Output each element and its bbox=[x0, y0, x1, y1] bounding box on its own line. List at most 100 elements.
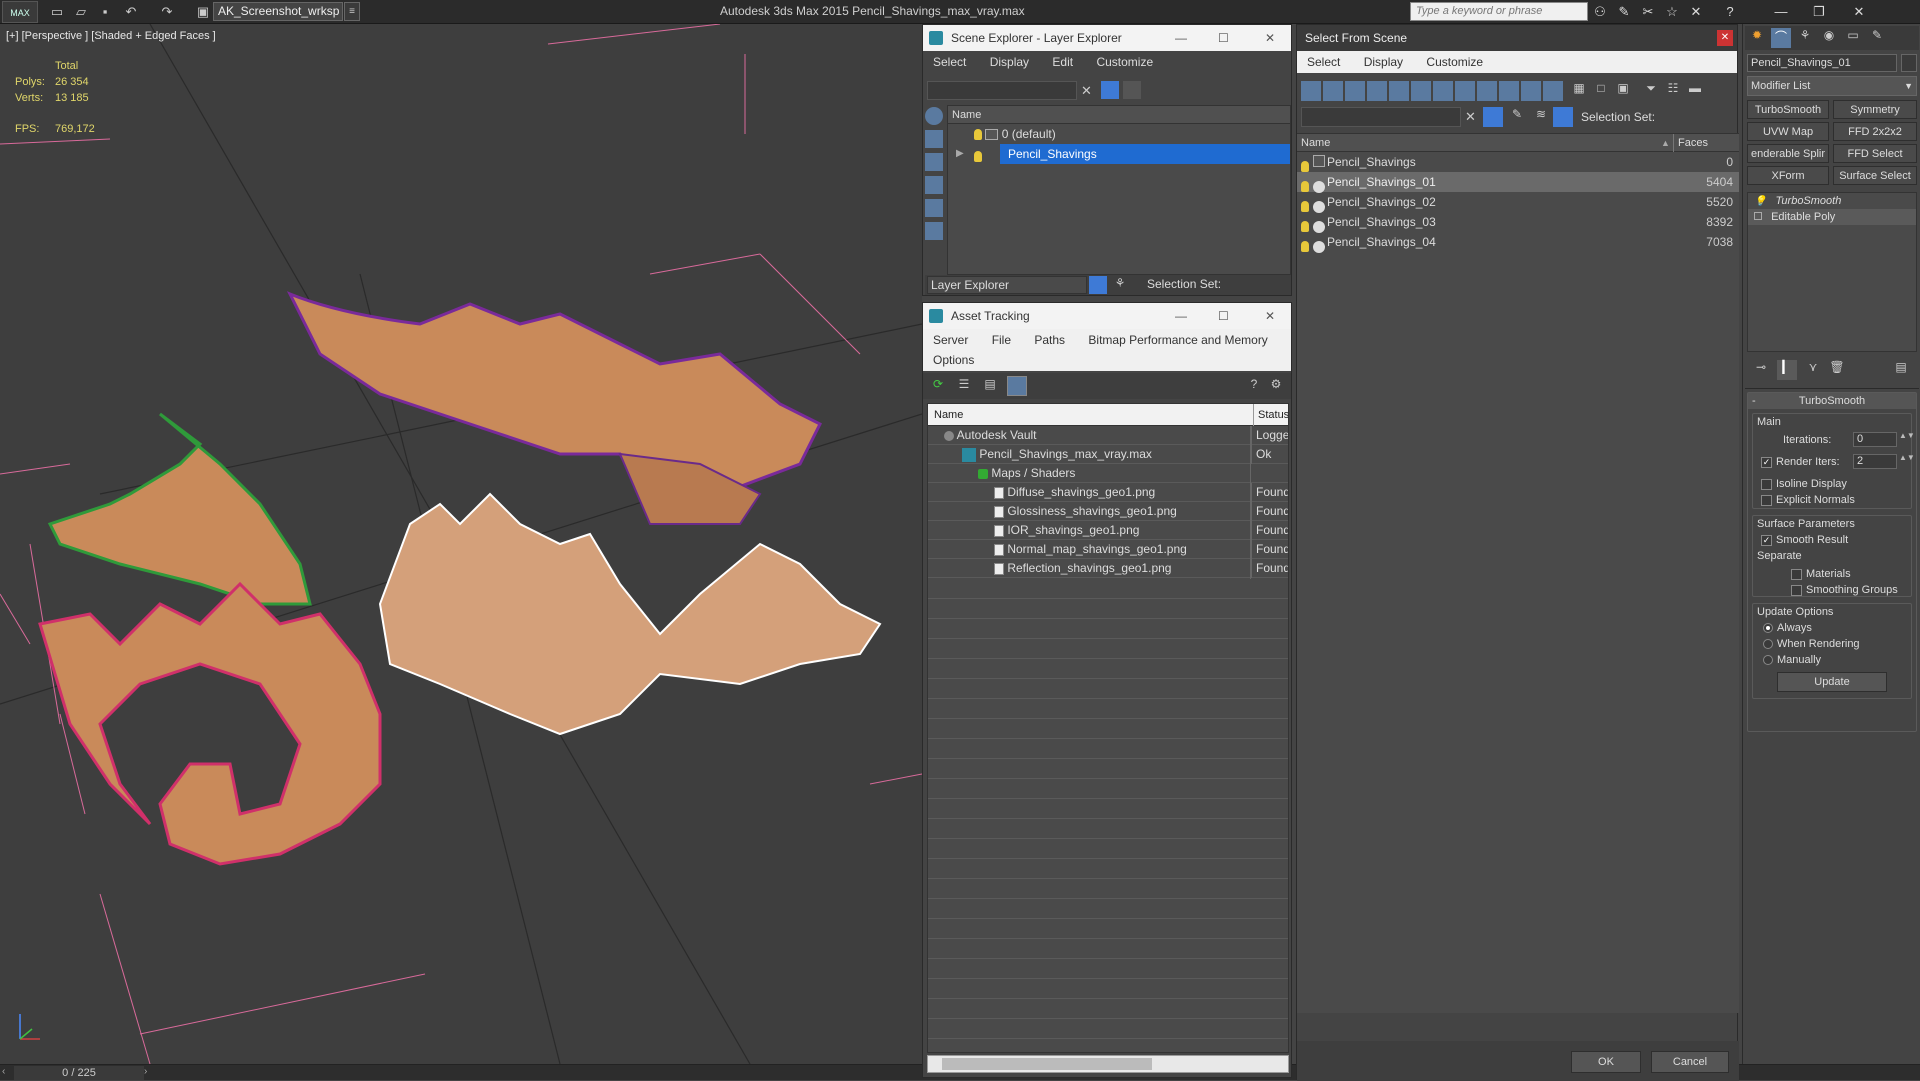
filter-frozen-icon[interactable] bbox=[1521, 81, 1541, 101]
asset-row[interactable]: Diffuse_shavings_geo1.png Found bbox=[928, 483, 1288, 502]
menu-select[interactable]: Select bbox=[933, 55, 966, 69]
checkbox-unchecked-icon[interactable] bbox=[1791, 584, 1802, 596]
isoline-display-checkbox[interactable]: Isoline Display bbox=[1761, 478, 1847, 490]
surface-select-button[interactable]: Surface Select bbox=[1833, 166, 1917, 185]
materials-checkbox[interactable]: Materials bbox=[1791, 568, 1851, 580]
remove-modifier-icon[interactable]: 🗑 bbox=[1827, 360, 1847, 380]
checkbox-unchecked-icon[interactable] bbox=[1761, 478, 1772, 490]
workspace-dropdown-arrow-icon[interactable]: ≡ bbox=[344, 2, 360, 21]
object-row[interactable]: Pencil_Shavings 0 bbox=[1297, 152, 1739, 173]
pin-stack-icon[interactable]: ⊸ bbox=[1751, 360, 1771, 380]
xform-button[interactable]: XForm bbox=[1747, 166, 1829, 185]
filter-icon[interactable] bbox=[1101, 81, 1119, 99]
refresh-icon[interactable]: ⟳ bbox=[929, 377, 947, 395]
filter-funnel-icon[interactable]: ⏷ bbox=[1641, 81, 1661, 101]
search-input[interactable]: Type a keyword or phrase bbox=[1410, 2, 1588, 21]
display-geometry-icon[interactable] bbox=[925, 107, 943, 125]
select-from-scene-titlebar[interactable]: Select From Scene ✕ bbox=[1297, 25, 1737, 51]
filter-spacewarps-icon[interactable] bbox=[1411, 81, 1431, 101]
stack-item-editable-poly[interactable]: Editable Poly bbox=[1748, 209, 1916, 225]
filter-bones-icon[interactable] bbox=[1477, 81, 1497, 101]
checkbox-unchecked-icon[interactable] bbox=[1761, 494, 1772, 506]
renderable-spline-button[interactable]: enderable Splir bbox=[1747, 144, 1829, 163]
filter-shapes-icon[interactable] bbox=[1323, 81, 1343, 101]
table-view-icon[interactable] bbox=[1007, 376, 1027, 396]
pencil-shaving-03[interactable] bbox=[286, 291, 823, 525]
hierarchy-tab-icon[interactable]: ⚘ bbox=[1795, 28, 1815, 48]
hierarchy-icon[interactable]: ⚘ bbox=[1111, 276, 1129, 294]
display-helpers-icon[interactable] bbox=[925, 199, 943, 217]
expand-arrow-icon[interactable]: ▶ bbox=[956, 148, 964, 159]
filter-groups-icon[interactable] bbox=[1433, 81, 1453, 101]
layer-filter-icon[interactable] bbox=[1123, 81, 1141, 99]
project-folder-icon[interactable]: ▣ bbox=[194, 3, 212, 20]
display-shapes-icon[interactable] bbox=[925, 130, 943, 148]
filter-containers-icon[interactable] bbox=[1499, 81, 1519, 101]
time-slider[interactable]: 0 / 225 bbox=[14, 1066, 144, 1080]
checkbox-checked-icon[interactable]: ✓ bbox=[1761, 456, 1772, 468]
asset-row[interactable]: Pencil_Shavings_max_vray.max Ok bbox=[928, 445, 1288, 464]
asset-row[interactable]: Autodesk Vault Logged bbox=[928, 426, 1288, 445]
smooth-result-checkbox[interactable]: ✓ Smooth Result bbox=[1761, 534, 1848, 546]
object-row[interactable]: Pencil_Shavings_02 5520 bbox=[1297, 192, 1739, 213]
turbosmooth-button[interactable]: TurboSmooth bbox=[1747, 100, 1829, 119]
exchange-icon[interactable]: ✕ bbox=[1686, 3, 1706, 21]
help-icon[interactable]: ? bbox=[1245, 377, 1263, 395]
asset-col-status[interactable]: Status bbox=[1253, 404, 1288, 426]
symmetry-button[interactable]: Symmetry bbox=[1833, 100, 1917, 119]
subscription-icon[interactable]: ✂ bbox=[1638, 3, 1658, 21]
layer-visibility-bulb-icon[interactable] bbox=[974, 129, 982, 141]
utilities-tab-icon[interactable]: ✎ bbox=[1867, 28, 1887, 48]
asset-row[interactable]: Reflection_shavings_geo1.png Found bbox=[928, 559, 1288, 578]
display-none-icon[interactable]: □ bbox=[1591, 81, 1611, 101]
uvw-map-button[interactable]: UVW Map bbox=[1747, 122, 1829, 141]
clear-search-icon[interactable]: ✕ bbox=[1465, 109, 1476, 125]
object-bulb-icon[interactable] bbox=[1301, 236, 1309, 256]
scrollbar-thumb[interactable] bbox=[942, 1058, 1152, 1070]
hierarchy-filter-icon[interactable]: ☷ bbox=[1663, 81, 1683, 101]
iterations-spinner-arrows-icon[interactable]: ▲▼ bbox=[1899, 431, 1915, 440]
update-button[interactable]: Update bbox=[1777, 672, 1887, 692]
redo-icon[interactable]: ↷ bbox=[158, 3, 176, 20]
viewport-label[interactable]: [+] [Perspective ] [Shaded + Edged Faces… bbox=[6, 30, 216, 42]
scene-explorer-minimize-icon[interactable]: — bbox=[1175, 25, 1187, 51]
update-when-rendering-radio[interactable]: When Rendering bbox=[1763, 638, 1860, 650]
sort-arrow-icon[interactable]: ▲ bbox=[1661, 134, 1670, 152]
layer-row-pencil-shavings[interactable]: Pencil_Shavings bbox=[1000, 144, 1290, 164]
layer-tree-name-header[interactable]: Name bbox=[948, 106, 1290, 124]
radio-unselected-icon[interactable] bbox=[1763, 655, 1773, 666]
undo-icon[interactable]: ↶ bbox=[122, 3, 140, 20]
menu-file[interactable]: File bbox=[992, 333, 1011, 347]
checkbox-checked-icon[interactable]: ✓ bbox=[1761, 534, 1772, 546]
menu-bitmap-performance[interactable]: Bitmap Performance and Memory bbox=[1088, 333, 1267, 347]
close-icon[interactable]: ✕ bbox=[1840, 0, 1878, 24]
asset-row[interactable]: Normal_map_shavings_geo1.png Found bbox=[928, 540, 1288, 559]
radio-selected-icon[interactable] bbox=[1763, 623, 1773, 634]
object-col-faces[interactable]: Faces bbox=[1673, 134, 1708, 152]
menu-customize[interactable]: Customize bbox=[1426, 55, 1483, 69]
display-spacewarps-icon[interactable] bbox=[925, 222, 943, 240]
help-icon[interactable]: ? bbox=[1720, 3, 1740, 21]
modifier-bulb-icon[interactable]: 💡 bbox=[1754, 196, 1766, 207]
pencil-shaving-02[interactable] bbox=[47, 412, 312, 606]
scene-explorer-search-field[interactable] bbox=[927, 81, 1077, 100]
expand-box-icon[interactable] bbox=[1754, 212, 1762, 220]
object-row[interactable]: Pencil_Shavings_03 8392 bbox=[1297, 212, 1739, 233]
restore-icon[interactable]: ❐ bbox=[1800, 0, 1838, 24]
asset-tracking-maximize-icon[interactable]: ☐ bbox=[1218, 303, 1229, 329]
scene-explorer-close-icon[interactable]: ✕ bbox=[1265, 25, 1275, 51]
display-lights-icon[interactable] bbox=[925, 153, 943, 171]
layer-row-default[interactable]: 0 (default) bbox=[948, 124, 1290, 144]
make-unique-icon[interactable]: ⋎ bbox=[1803, 360, 1823, 380]
perspective-viewport[interactable]: [+] [Perspective ] [Shaded + Edged Faces… bbox=[0, 24, 922, 1064]
display-cameras-icon[interactable] bbox=[925, 176, 943, 194]
object-name-field[interactable]: Pencil_Shavings_01 bbox=[1747, 54, 1897, 72]
modifier-list-dropdown[interactable]: Modifier List ▼ bbox=[1747, 76, 1917, 96]
time-prev-icon[interactable]: ‹ bbox=[2, 1066, 12, 1080]
render-iters-checkbox[interactable]: ✓ Render Iters: bbox=[1761, 456, 1840, 468]
menu-customize[interactable]: Customize bbox=[1096, 55, 1153, 69]
new-file-icon[interactable]: ▭ bbox=[48, 3, 66, 20]
time-next-icon[interactable]: › bbox=[144, 1066, 154, 1080]
menu-display[interactable]: Display bbox=[1364, 55, 1403, 69]
open-file-icon[interactable]: ▱ bbox=[72, 3, 90, 20]
